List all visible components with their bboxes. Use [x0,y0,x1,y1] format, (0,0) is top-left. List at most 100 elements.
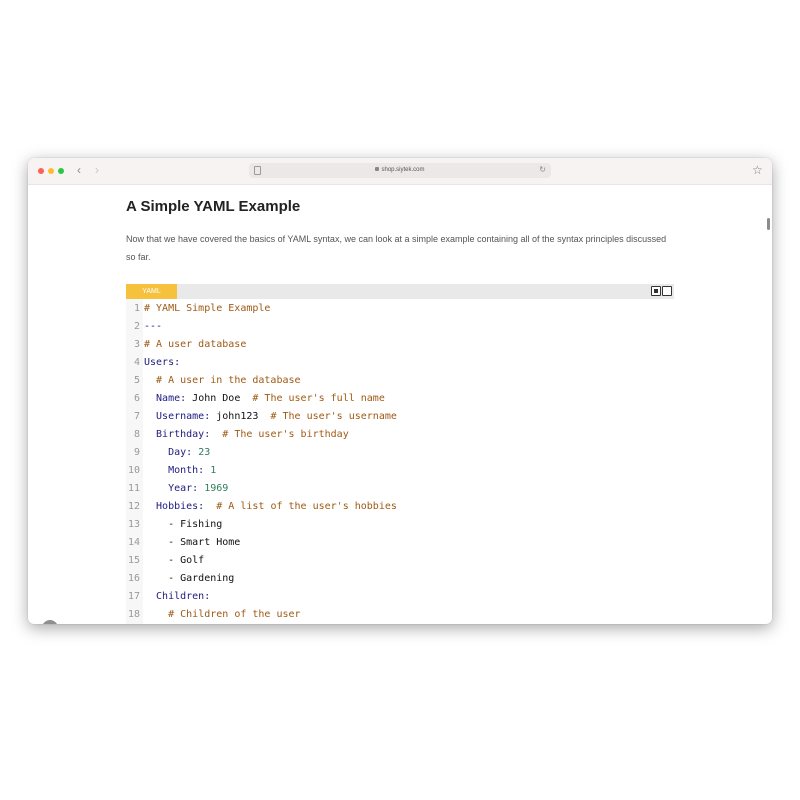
code-line: 5 # A user in the database [126,372,674,390]
code-token: 1969 [198,483,229,494]
line-number: 13 [127,519,140,530]
code-token: - Gardening [144,573,235,584]
address-bar[interactable]: shop.siytek.com ↻ [249,163,551,178]
code-line: 9 Day: 23 [126,444,674,462]
line-number: 14 [127,537,140,548]
scroll-to-top-button[interactable]: ⌃ [42,620,58,624]
line-number: 1 [133,303,140,314]
code-token: # YAML Simple Example [144,303,271,314]
code-text: # YAML Simple Example [144,300,270,318]
code-line: 8 Birthday: # The user's birthday [126,426,674,444]
line-number: 4 [133,357,140,368]
code-token: John Doe [186,393,253,404]
code-token: Children: [144,591,211,602]
code-text: # A user database [144,336,246,354]
code-text: - Smart Home [144,534,240,552]
code-token: # A user in the database [156,375,301,386]
code-text: Month: 1 [144,462,216,480]
code-line: 7 Username: john123 # The user's usernam… [126,408,674,426]
minimize-window-button[interactable] [48,168,54,174]
code-token: Hobbies: [144,501,205,512]
line-number: 3 [133,339,140,350]
code-block: YAML 1 # YAML Simple Example 2 --- 3 # A user… [126,284,674,624]
code-line: 15 - Golf [126,552,674,570]
code-text: # Children of the user [144,606,301,624]
code-text: Users: [144,354,180,372]
code-text: Children: [144,588,210,606]
code-token: Birthday: [144,429,211,440]
code-token: Name: [144,393,187,404]
code-token: 23 [192,447,211,458]
line-number: 8 [133,429,140,440]
bookmark-star-icon[interactable]: ☆ [752,163,763,177]
code-text: Name: John Doe # The user's full name [144,390,385,408]
code-line: 16 - Gardening [126,570,674,588]
code-token: Month: [144,465,205,476]
code-line: 18 # Children of the user [126,606,674,624]
code-line: 6 Name: John Doe # The user's full name [126,390,674,408]
code-token: - Fishing [144,519,223,530]
zoom-window-button[interactable] [58,168,64,174]
toggle-view-icon[interactable] [651,286,661,296]
code-body: 1 # YAML Simple Example 2 --- 3 # A user data… [126,299,674,624]
line-number: 11 [127,483,140,494]
code-text: --- [144,318,162,336]
line-number: 10 [127,465,140,476]
article-intro: Now that we have covered the basics of Y… [126,234,667,262]
line-number: 5 [133,375,140,386]
lock-icon [375,167,380,172]
language-tab: YAML [126,284,177,299]
scrollbar-thumb[interactable] [767,218,770,230]
line-number: 18 [127,609,140,620]
code-text: # A user in the database [144,372,301,390]
code-line: 13 - Fishing [126,516,674,534]
browser-toolbar: ‹ › shop.siytek.com ↻ ☆ [28,158,772,185]
code-token: # The user's birthday [222,429,349,440]
article-heading: A Simple YAML Example [126,198,301,215]
line-number: 7 [133,411,140,422]
code-token: Day: [144,447,193,458]
code-token: Year: [144,483,199,494]
browser-window: ‹ › shop.siytek.com ↻ ☆ A Simple YAML Ex… [28,158,772,624]
code-text: Hobbies: # A list of the user's hobbies [144,498,397,516]
code-token: john123 [210,411,271,422]
code-token: # A user database [144,339,247,350]
code-token: - Golf [144,555,205,566]
code-token: 1 [204,465,217,476]
close-window-button[interactable] [38,168,44,174]
forward-chevron-icon[interactable]: › [95,164,99,176]
line-number: 16 [127,573,140,584]
code-token: Username: [144,411,211,422]
code-text: - Fishing [144,516,222,534]
url-display: shop.siytek.com [249,165,551,176]
code-text: Day: 23 [144,444,210,462]
code-token: --- [144,321,163,332]
page-content: A Simple YAML Example Now that we have c… [28,184,772,624]
copy-code-icon[interactable] [662,286,672,296]
code-line: 2 --- [126,318,674,336]
code-token: # The user's username [270,411,397,422]
code-line: 11 Year: 1969 [126,480,674,498]
code-line: 4 Users: [126,354,674,372]
back-chevron-icon[interactable]: ‹ [77,164,81,176]
code-line: 14 - Smart Home [126,534,674,552]
code-text: Username: john123 # The user's username [144,408,397,426]
reload-icon[interactable]: ↻ [539,164,546,176]
code-header: YAML [126,284,674,299]
code-token: - Smart Home [144,537,241,548]
code-token: # Children of the user [168,609,301,620]
code-line: 17 Children: [126,588,674,606]
code-text: Year: 1969 [144,480,228,498]
code-token: # The user's full name [252,393,385,404]
code-line: 12 Hobbies: # A list of the user's hobbi… [126,498,674,516]
line-number: 9 [133,447,140,458]
line-number: 17 [127,591,140,602]
code-line: 3 # A user database [126,336,674,354]
code-text: - Gardening [144,570,234,588]
code-token: Users: [144,357,181,368]
url-text: shop.siytek.com [381,167,425,173]
line-number: 12 [127,501,140,512]
